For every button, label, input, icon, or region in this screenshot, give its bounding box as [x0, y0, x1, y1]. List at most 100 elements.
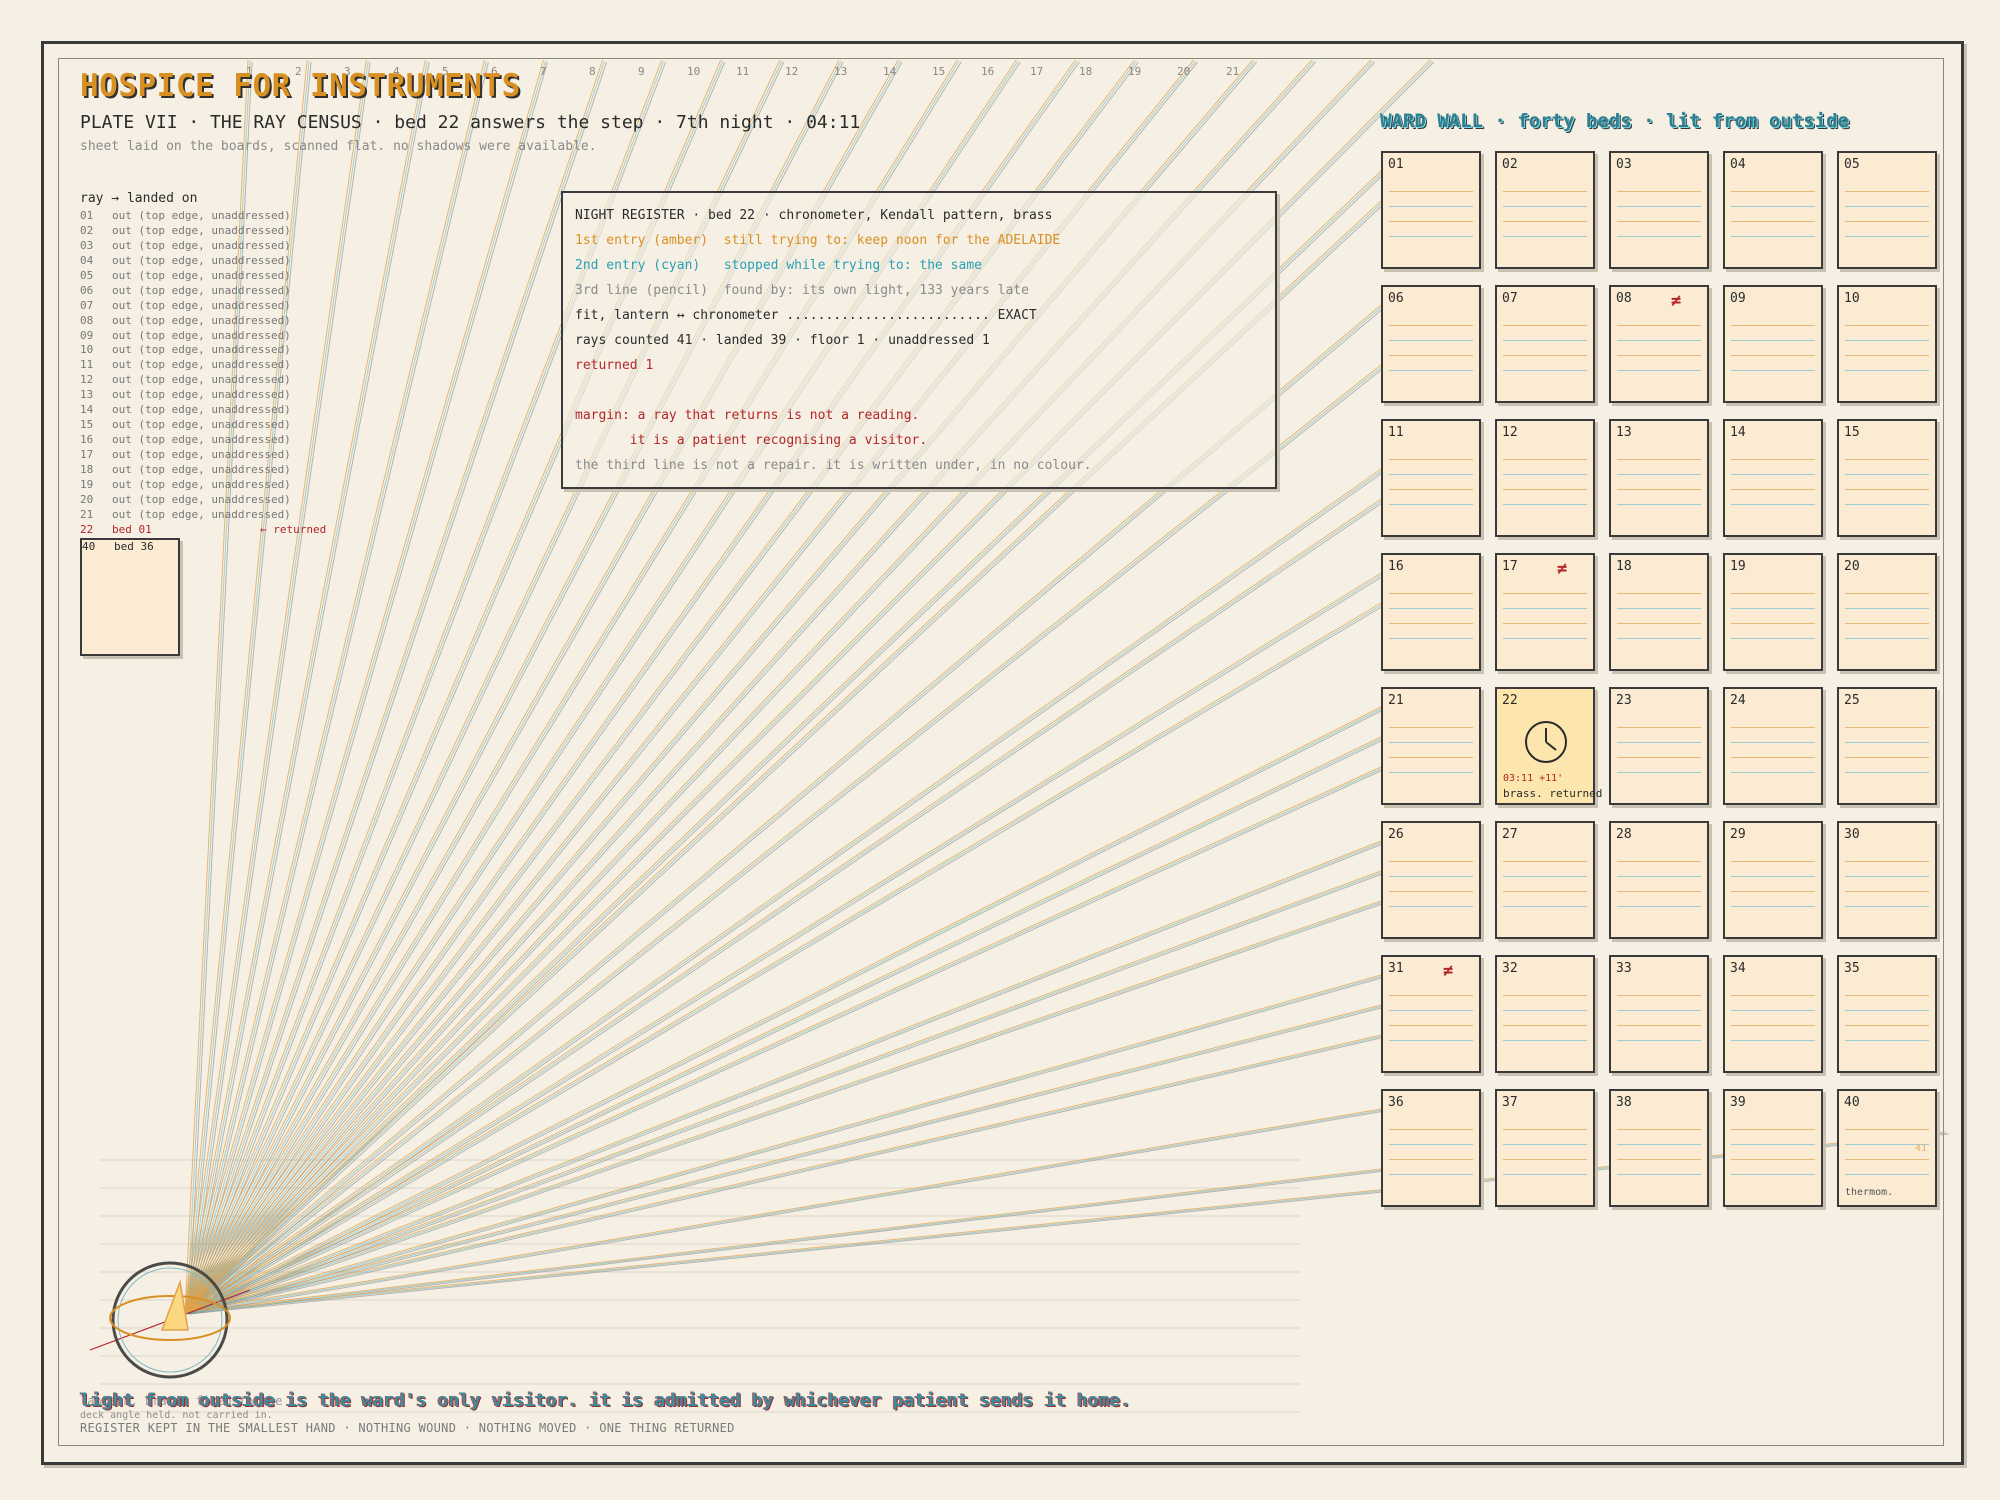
census-header: ray → landed on	[80, 191, 198, 206]
bed-chart-rule	[1389, 206, 1473, 207]
bed-chart-rule	[1617, 221, 1701, 222]
bed-chart-rule	[1389, 861, 1473, 862]
mismatch-mark: ≠	[1557, 559, 1568, 579]
ray-label: 18	[1079, 65, 1092, 78]
bed-chart-rule	[1731, 221, 1815, 222]
census-row: 40 bed 36	[80, 537, 180, 656]
bed-chart-rule	[1845, 638, 1929, 639]
census-destination: bed 36	[114, 539, 154, 553]
bed-chart-rule	[1389, 727, 1473, 728]
bed-chart-rule	[1617, 504, 1701, 505]
bed-chart-rule	[1389, 1025, 1473, 1026]
bed-chart-rule	[1389, 608, 1473, 609]
census-destination: out (top edge, unaddressed)	[112, 373, 291, 387]
bed-04: 04	[1723, 151, 1823, 269]
ray-amber	[184, 602, 1382, 1313]
bed-chart-rule	[1845, 191, 1929, 192]
bed-number: 31	[1388, 961, 1404, 976]
census-destination: out (top edge, unaddressed)	[112, 403, 291, 417]
bed-chart-rule	[1617, 906, 1701, 907]
bed-chart-rule	[1503, 995, 1587, 996]
bed-number: 02	[1502, 157, 1518, 172]
bed-chart-rule	[1845, 876, 1929, 877]
bed-number: 11	[1388, 425, 1404, 440]
bed-chart-rule	[1503, 221, 1587, 222]
census-destination: bed 01	[112, 522, 152, 536]
bed-number: 03	[1616, 157, 1632, 172]
bed-07: 07	[1495, 285, 1595, 403]
bed-chart-rule	[1731, 1040, 1815, 1041]
census-row: 05 out (top edge, unaddressed)	[80, 269, 291, 284]
bed-chart-rule	[1389, 325, 1473, 326]
bed-chart-rule	[1731, 623, 1815, 624]
bed-chart-rule	[1731, 772, 1815, 773]
bed-35: 35	[1837, 955, 1937, 1073]
bed-number: 20	[1844, 559, 1860, 574]
ray-label: 17	[1030, 65, 1043, 78]
bed-chart-rule	[1617, 876, 1701, 877]
register-line: margin: a ray that returns is not a read…	[575, 408, 920, 423]
register-line: the third line is not a repair. it is wr…	[575, 458, 1092, 473]
bed-chart-rule	[1389, 891, 1473, 892]
bed-number: 24	[1730, 693, 1746, 708]
night-register-panel: NIGHT REGISTER · bed 22 · chronometer, K…	[561, 191, 1277, 489]
ray-amber	[184, 870, 1382, 1313]
census-row: 12 out (top edge, unaddressed)	[80, 373, 291, 388]
bed-05: 05	[1837, 151, 1937, 269]
ray-amber	[184, 1004, 1382, 1313]
census-ray-number: 15	[80, 418, 94, 432]
motto: light from outside is the ward's only vi…	[80, 1390, 1132, 1411]
bed-number: 25	[1844, 693, 1860, 708]
bed-chart-rule	[1845, 1025, 1929, 1026]
bed-number: 30	[1844, 827, 1860, 842]
bed-chart-rule	[1503, 1025, 1587, 1026]
bed-number: 36	[1388, 1095, 1404, 1110]
bed-chart-rule	[1503, 459, 1587, 460]
bed-number: 15	[1844, 425, 1860, 440]
bed-chart-rule	[1731, 191, 1815, 192]
bed-number: 01	[1388, 157, 1404, 172]
census-row: 20 out (top edge, unaddressed)	[80, 493, 291, 508]
bed-21: 21	[1381, 687, 1481, 805]
bed-number: 14	[1730, 425, 1746, 440]
bed-chart-rule	[1845, 236, 1929, 237]
bed-chart-rule	[1845, 221, 1929, 222]
bed-23: 23	[1609, 687, 1709, 805]
ray-cyan	[186, 603, 1384, 1314]
ray-cyan	[186, 469, 1384, 1314]
bed-chart-rule	[1389, 236, 1473, 237]
ray-pencil	[188, 872, 1386, 1315]
census-list: 01 out (top edge, unaddressed) 02 out (top …	[80, 209, 326, 656]
bed-29: 29	[1723, 821, 1823, 939]
bed-31: 31 ≠	[1381, 955, 1481, 1073]
bed-number: 29	[1730, 827, 1746, 842]
census-row: 10 out (top edge, unaddressed)	[80, 343, 291, 358]
bed-chart-rule	[1731, 325, 1815, 326]
bed-chart-rule	[1617, 608, 1701, 609]
bed-number: 21	[1388, 693, 1404, 708]
scan-note: sheet laid on the boards, scanned flat. …	[80, 139, 597, 154]
census-row: 07 out (top edge, unaddressed)	[80, 299, 291, 314]
bed-chart-rule	[1731, 1174, 1815, 1175]
register-line: returned 1	[575, 358, 654, 373]
bed-32: 32	[1495, 955, 1595, 1073]
bed-chart-rule	[1617, 772, 1701, 773]
bed-chart-rule	[1503, 891, 1587, 892]
ray-label: 11	[736, 65, 749, 78]
bed-chart-rule	[1617, 236, 1701, 237]
bed-chart-rule	[1503, 236, 1587, 237]
bed-chart-rule	[1617, 1144, 1701, 1145]
bed-chart-rule	[1389, 1174, 1473, 1175]
bed-number: 19	[1730, 559, 1746, 574]
bed-26: 26	[1381, 821, 1481, 939]
bed-chart-rule	[1731, 340, 1815, 341]
bed-chart-rule	[1617, 727, 1701, 728]
register-line	[575, 378, 1263, 403]
ray-pencil	[188, 708, 1386, 1315]
bed-chart-rule	[1731, 757, 1815, 758]
census-ray-number: 40	[82, 539, 96, 553]
bed-chart-rule	[1617, 891, 1701, 892]
bed-chart-rule	[1389, 459, 1473, 460]
bed-chart-rule	[1845, 325, 1929, 326]
census-destination: out (top edge, unaddressed)	[112, 388, 291, 402]
